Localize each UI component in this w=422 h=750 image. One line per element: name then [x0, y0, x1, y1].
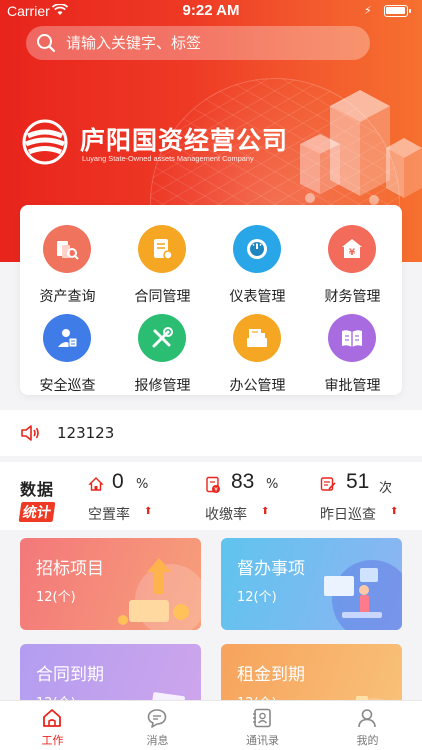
card-count: 12(个) — [237, 590, 277, 605]
stat-unit: % — [266, 477, 279, 492]
module-repair[interactable]: 报修管理 — [115, 302, 210, 394]
house-icon — [88, 477, 104, 491]
contract-icon — [138, 225, 186, 273]
message-icon — [147, 709, 167, 728]
tab-messages[interactable]: 消息 — [105, 701, 210, 750]
stat-label: 昨日巡查 — [320, 507, 376, 523]
search-input[interactable] — [66, 26, 356, 60]
notice-bar[interactable]: 123123 — [0, 410, 422, 456]
receipt-icon: ¥ — [206, 476, 220, 494]
trend-up-icon: ⬆ — [144, 506, 153, 517]
speaker-icon — [21, 425, 39, 441]
module-office[interactable]: 办公管理 — [210, 302, 305, 394]
module-label: 安全巡查 — [39, 378, 96, 394]
module-grid: 资产查询 合同管理 仪表管理 ¥ 财务管理 安全巡查 报修管理 办公管理 审批管… — [20, 205, 402, 395]
card-bidding[interactable]: 招标项目 12(个) — [20, 538, 201, 630]
module-contract[interactable]: 合同管理 — [115, 213, 210, 305]
module-meter[interactable]: 仪表管理 — [210, 213, 305, 305]
card-title: 督办事项 — [237, 559, 305, 579]
svg-text:¥: ¥ — [349, 248, 356, 258]
search-bar[interactable] — [26, 26, 370, 60]
battery-icon — [384, 5, 411, 17]
module-patrol[interactable]: 安全巡查 — [20, 302, 115, 394]
stat-value: 0 — [112, 470, 124, 493]
trend-up-icon: ⬆ — [261, 506, 270, 517]
tab-contacts[interactable]: 通讯录 — [210, 701, 315, 750]
card-supervision[interactable]: 督办事项 12(个) — [221, 538, 402, 630]
notice-text: 123123 — [57, 424, 115, 442]
stats-title-line2: 统计 — [18, 502, 56, 522]
home-icon — [43, 709, 61, 727]
bidding-illustration — [118, 558, 201, 630]
trend-up-icon: ⬆ — [390, 506, 399, 517]
stat-unit: % — [136, 477, 149, 492]
charging-icon: ⚡ — [364, 4, 372, 17]
tab-work[interactable]: 工作 — [0, 701, 105, 750]
meter-icon — [233, 225, 281, 273]
module-approval[interactable]: 审批管理 — [305, 302, 400, 394]
stat-label: 空置率 — [88, 507, 130, 523]
contacts-icon — [253, 708, 271, 728]
tab-label: 工作 — [41, 734, 64, 747]
brand-name: 庐阳国资经营公司 — [80, 126, 289, 155]
tab-profile[interactable]: 我的 — [315, 701, 420, 750]
approval-icon — [328, 314, 376, 362]
stats-panel: 数据 统计 0 % 空置率 ⬆ ¥ 83 % 收缴率 ⬆ 51 次 昨日巡查 ⬆ — [0, 462, 422, 530]
company-logo — [22, 119, 68, 165]
city-illustration — [300, 90, 422, 205]
stat-label: 收缴率 — [205, 507, 247, 523]
inspection-icon — [320, 477, 336, 491]
tab-bar: 工作 消息 通讯录 我的 — [0, 700, 422, 750]
stats-title-line1: 数据 — [20, 480, 55, 499]
module-label: 报修管理 — [134, 378, 191, 394]
tab-label: 我的 — [356, 734, 379, 747]
stat-unit: 次 — [379, 481, 393, 496]
card-title: 合同到期 — [36, 665, 104, 685]
module-label: 审批管理 — [324, 378, 381, 394]
repair-icon — [138, 314, 186, 362]
module-label: 办公管理 — [229, 378, 286, 394]
finance-icon: ¥ — [328, 225, 376, 273]
asset-search-icon — [43, 225, 91, 273]
search-icon — [37, 34, 56, 53]
card-count: 12(个) — [36, 590, 76, 605]
module-card: 资产查询 合同管理 仪表管理 ¥ 财务管理 安全巡查 报修管理 办公管理 审批管… — [20, 205, 402, 395]
stat-value: 51 — [346, 470, 370, 493]
tab-label: 消息 — [146, 734, 169, 747]
svg-text:¥: ¥ — [214, 487, 218, 494]
module-asset-search[interactable]: 资产查询 — [20, 213, 115, 305]
clock: 9:22 AM — [182, 2, 240, 19]
stat-value: 83 — [231, 470, 255, 493]
card-title: 租金到期 — [237, 665, 305, 685]
tab-label: 通讯录 — [246, 734, 279, 747]
brand-name-en: Luyang State-Owned assets Management Com… — [82, 154, 254, 163]
module-finance[interactable]: ¥ 财务管理 — [305, 213, 400, 305]
card-title: 招标项目 — [36, 559, 104, 579]
profile-icon — [358, 709, 376, 728]
status-bar: Carrier 9:22 AM ⚡ — [0, 0, 422, 22]
stats-title: 数据 统计 — [18, 476, 62, 522]
supervision-illustration — [324, 560, 402, 630]
office-icon — [233, 314, 281, 362]
patrol-icon — [43, 314, 91, 362]
